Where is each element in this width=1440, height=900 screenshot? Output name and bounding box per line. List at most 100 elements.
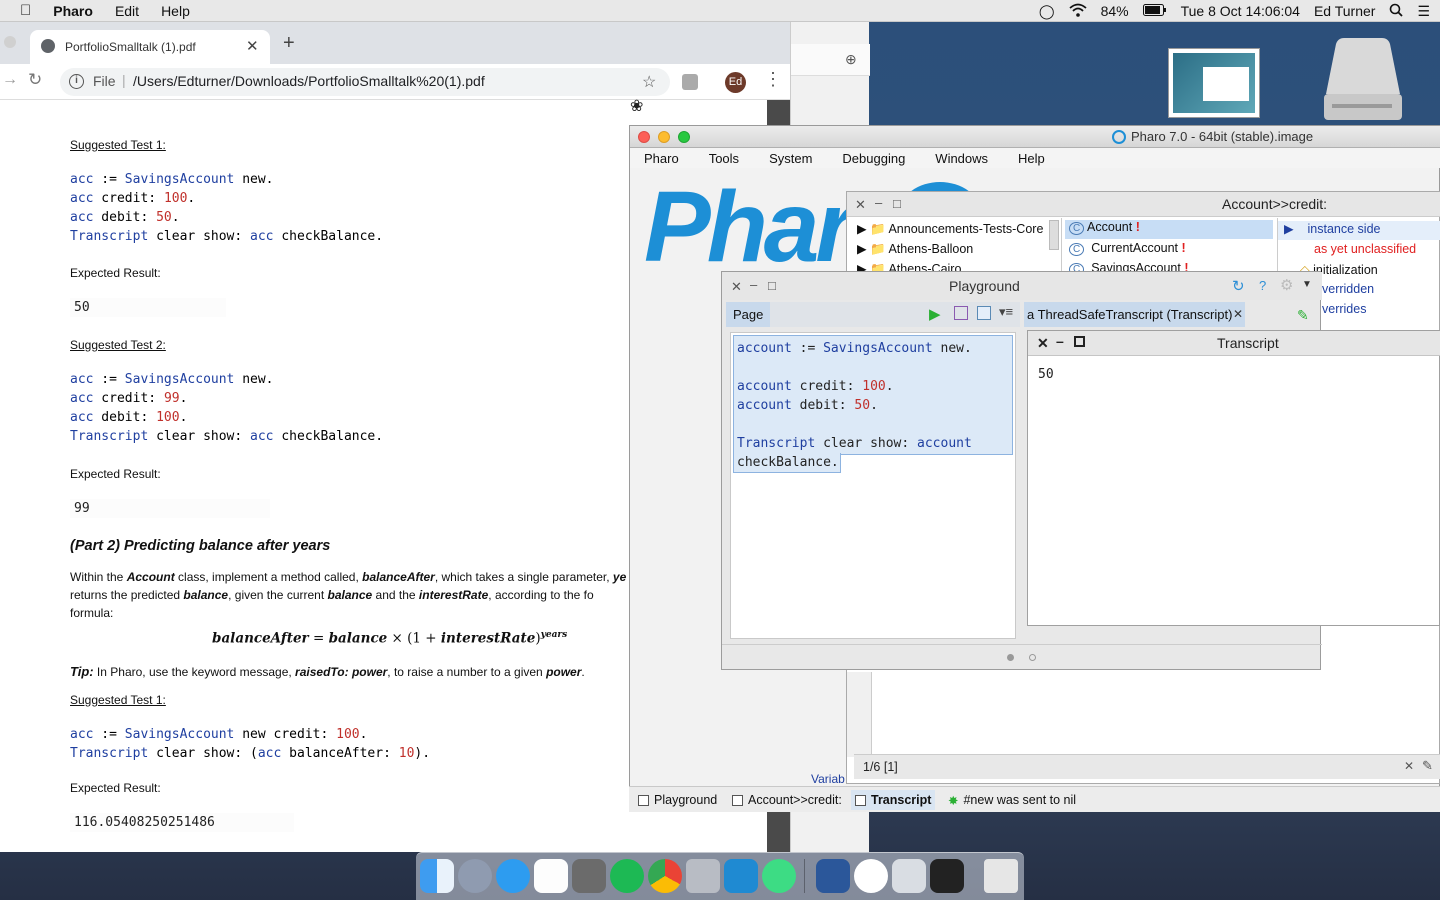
terminal-icon[interactable] [930,859,964,893]
pharo-menu-pharo[interactable]: Pharo [630,151,694,166]
address-bar[interactable]: i File | /Users/Edturner/Downloads/Portf… [60,68,670,96]
android-studio-icon[interactable] [762,859,796,893]
edit-pencil-icon[interactable]: ✎ [1422,758,1433,774]
minimize-icon[interactable]: – [750,277,757,292]
minimize-button[interactable] [658,131,670,143]
launchpad-icon[interactable] [458,859,492,893]
forward-icon[interactable]: → [2,71,18,89]
do-it-icon[interactable] [954,306,968,320]
package-list: ▶ 📁 Announcements-Tests-Core ▶ 📁 Athens-… [847,218,1062,276]
trash-icon[interactable] [984,859,1018,893]
extension-icon[interactable] [682,74,698,90]
browser-title-bar[interactable]: ✕ – □ Account>>credit: [847,192,1440,217]
status-close-icon[interactable]: ✕ [1404,759,1414,773]
drive-icon[interactable] [1322,36,1404,124]
pharo-menu-tools[interactable]: Tools [694,151,754,166]
package-item[interactable]: ▶ 📁 Announcements-Tests-Core [857,221,1043,237]
window-close-button[interactable] [4,36,16,48]
variables-tab[interactable]: Variab [811,772,845,786]
user-name[interactable]: Ed Turner [1314,3,1375,19]
info-icon[interactable]: i [69,74,84,89]
menu-list-icon[interactable]: ▾≡ [999,304,1013,320]
new-tab-button[interactable]: + [283,32,295,55]
wifi-icon[interactable] [1068,3,1087,20]
maximize-icon[interactable]: □ [893,196,901,211]
taskbar-playground[interactable]: Playground [634,790,721,810]
menu-edit[interactable]: Edit [104,3,150,19]
system-preferences-icon[interactable] [572,859,606,893]
pharo-menu-help[interactable]: Help [1003,151,1060,166]
taskbar-debugger[interactable]: ✸ #new was sent to nil [944,790,1080,810]
taskbar-browser[interactable]: Account>>credit: [728,790,846,810]
protocol-overrides[interactable]: verrides [1322,302,1366,316]
notification-center-icon[interactable]: ☰ [1417,3,1430,20]
menu-help[interactable]: Help [150,3,201,19]
creative-cloud-icon[interactable]: ◯ [1039,3,1055,20]
notes-icon[interactable] [534,859,568,893]
class-item[interactable]: C CurrentAccount ! [1069,241,1186,256]
pharo-menu-system[interactable]: System [754,151,827,166]
close-icon[interactable]: ✕ [855,197,866,213]
transcript-title-bar[interactable]: ✕ – Transcript [1028,331,1440,356]
code-line: Transcript clear show: (acc balanceAfter… [70,746,431,761]
chrome-menu-icon[interactable]: ⋮ [764,69,782,90]
transcript-output[interactable]: 50 [1038,367,1054,382]
playground-code-line: account credit: 100. [737,379,894,394]
playground-code-editor[interactable]: account := SavingsAccount new. account cr… [730,332,1016,639]
vscode-icon[interactable] [724,859,758,893]
settings-gear-icon[interactable]: ⚙ [1280,276,1293,294]
playground-title-bar[interactable]: ✕ – □ Playground ↻ ? ⚙ ▼ [722,272,1322,300]
page-dot-active[interactable] [1007,654,1014,661]
maximize-icon[interactable]: □ [768,278,776,293]
maximize-icon[interactable] [1074,336,1085,347]
apple-icon[interactable]:  [0,2,42,19]
pharo-title-bar[interactable]: Pharo 7.0 - 64bit (stable).image [630,126,1440,148]
spotlight-search-icon[interactable] [1389,3,1404,20]
bindings-table-icon[interactable] [977,306,991,320]
pharo-menu-debugging[interactable]: Debugging [827,151,920,166]
refresh-icon[interactable]: ↻ [1232,277,1245,295]
minimize-icon[interactable]: – [875,195,882,210]
finder-icon[interactable] [420,859,454,893]
protocol-unclassified[interactable]: as yet unclassified [1314,242,1416,256]
zoom-button[interactable] [678,131,690,143]
preview-icon[interactable] [892,859,926,893]
pharo-launcher-icon[interactable] [854,859,888,893]
protocol-overridden[interactable]: verridden [1322,282,1374,296]
reload-icon[interactable]: ↻ [28,70,42,90]
inspect-icon[interactable]: ✎ [1297,307,1309,324]
tab-close-icon[interactable]: ✕ [1233,307,1243,321]
taskbar-transcript[interactable]: Transcript [851,790,936,810]
help-icon[interactable]: ? [1259,278,1266,293]
database-icon[interactable] [686,859,720,893]
tab-close-icon[interactable]: ✕ [246,37,259,55]
page-dot[interactable] [1029,654,1036,661]
bookmark-star-icon[interactable]: ☆ [642,72,656,92]
chrome-toolbar: → ↻ i File | /Users/Edturner/Downloads/P… [0,64,790,100]
desktop-file-thumbnail[interactable] [1168,48,1260,118]
battery-icon[interactable] [1142,3,1167,19]
page-tab[interactable]: Page [726,302,771,327]
package-scrollbar[interactable] [1049,220,1059,250]
transcript-tab[interactable]: a ThreadSafeTranscript (Transcript) ✕ [1024,302,1245,327]
zoom-icon[interactable]: ⊕ [845,51,857,68]
run-play-icon[interactable]: ▶ [929,305,941,323]
playground-code-line: Transcript clear show: account [737,436,972,451]
word-icon[interactable] [816,859,850,893]
menu-app-name[interactable]: Pharo [42,3,104,19]
clock[interactable]: Tue 8 Oct 14:06:04 [1181,3,1300,19]
chrome-tab[interactable]: PortfolioSmalltalk (1).pdf ✕ [30,30,270,64]
class-item-selected[interactable]: C Account ! [1065,220,1273,239]
close-icon[interactable]: ✕ [1037,335,1049,352]
package-item[interactable]: ▶ 📁 Athens-Balloon [857,241,973,257]
close-icon[interactable]: ✕ [731,279,742,295]
profile-avatar[interactable]: Ed [725,72,746,93]
spotify-icon[interactable] [610,859,644,893]
chrome-icon[interactable] [648,859,682,893]
safari-icon[interactable] [496,859,530,893]
dropdown-arrow-icon[interactable]: ▼ [1302,279,1312,290]
pharo-menu-windows[interactable]: Windows [920,151,1003,166]
close-button[interactable] [638,131,650,143]
protocol-instance-side[interactable]: ▶ instance side [1278,221,1440,240]
minimize-icon[interactable]: – [1056,333,1064,349]
